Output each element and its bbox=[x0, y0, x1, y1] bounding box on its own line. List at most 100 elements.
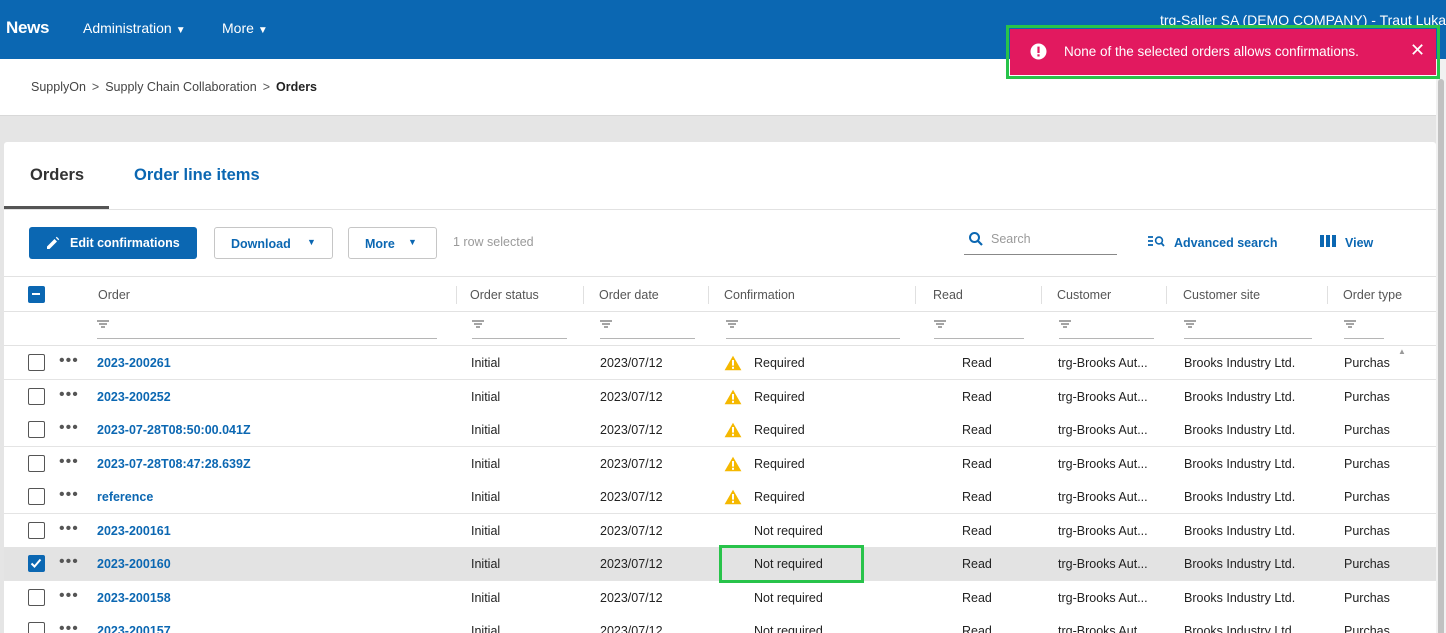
customer-cell: trg-Brooks Aut... bbox=[1058, 523, 1148, 538]
column-order-status[interactable]: Order status bbox=[470, 288, 539, 302]
row-actions-menu[interactable]: ••• bbox=[59, 620, 79, 633]
table-row[interactable]: ••• 2023-07-28T08:47:28.639Z Initial 2023/0… bbox=[4, 446, 1436, 481]
column-confirmation[interactable]: Confirmation bbox=[724, 288, 795, 302]
chevron-down-icon: ▼ bbox=[175, 25, 186, 36]
row-checkbox[interactable] bbox=[28, 622, 45, 633]
confirmation-cell: Required bbox=[754, 490, 805, 504]
column-order-date[interactable]: Order date bbox=[599, 288, 659, 302]
pencil-icon bbox=[47, 236, 60, 249]
row-actions-menu[interactable]: ••• bbox=[59, 553, 79, 571]
customer-site-cell: Brooks Industry Ltd. bbox=[1184, 590, 1296, 605]
row-actions-menu[interactable]: ••• bbox=[59, 453, 79, 471]
highlight-annotation bbox=[719, 545, 864, 583]
view-label: View bbox=[1345, 236, 1374, 250]
order-type-cell: Purchas bbox=[1344, 423, 1390, 437]
order-link[interactable]: 2023-200157 bbox=[97, 624, 171, 633]
table-row[interactable]: ••• 2023-200252 Initial 2023/07/12 Required R… bbox=[4, 379, 1436, 414]
close-icon[interactable]: ✕ bbox=[1410, 40, 1425, 61]
order-link[interactable]: 2023-200158 bbox=[97, 591, 171, 605]
column-customer[interactable]: Customer bbox=[1057, 288, 1111, 302]
row-checkbox[interactable] bbox=[28, 387, 45, 405]
order-date-cell: 2023/07/12 bbox=[600, 490, 663, 504]
confirmation-cell: Not required bbox=[754, 590, 823, 605]
row-checkbox[interactable] bbox=[28, 488, 45, 505]
row-checkbox[interactable] bbox=[28, 588, 45, 606]
order-date-filter[interactable] bbox=[600, 319, 695, 339]
tab-order-line-items[interactable]: Order line items bbox=[134, 166, 260, 185]
administration-menu[interactable]: Administration ▼ bbox=[83, 20, 186, 36]
order-filter[interactable] bbox=[97, 319, 437, 339]
read-filter[interactable] bbox=[934, 319, 1024, 339]
breadcrumb-scc[interactable]: Supply Chain Collaboration bbox=[105, 80, 256, 94]
download-button[interactable]: Download ▼ bbox=[214, 227, 333, 259]
warning-icon bbox=[724, 355, 742, 371]
confirmation-cell: Required bbox=[754, 456, 805, 471]
order-link[interactable]: reference bbox=[97, 490, 153, 504]
order-link[interactable]: 2023-07-28T08:50:00.041Z bbox=[97, 423, 251, 437]
order-type-cell: Purchas bbox=[1344, 389, 1390, 404]
table-row[interactable]: ••• 2023-07-28T08:50:00.041Z Initial 2023/0… bbox=[4, 413, 1436, 447]
column-customer-site[interactable]: Customer site bbox=[1183, 288, 1260, 302]
table-row[interactable]: ••• reference Initial 2023/07/12 Required Rea… bbox=[4, 480, 1436, 514]
view-button[interactable]: View bbox=[1320, 235, 1373, 250]
edit-confirmations-button[interactable]: Edit confirmations bbox=[29, 227, 197, 259]
order-status-cell: Initial bbox=[471, 624, 501, 633]
page-scrollbar[interactable] bbox=[1436, 59, 1446, 633]
table-row[interactable]: ••• 2023-200261 Initial 2023/07/12 Required R… bbox=[4, 346, 1436, 380]
chevron-down-icon: ▼ bbox=[257, 25, 268, 36]
customer-site-cell: Brooks Industry Ltd. bbox=[1184, 557, 1296, 571]
table-row[interactable]: ••• 2023-200158 Initial 2023/07/12 Not requi… bbox=[4, 580, 1436, 615]
column-order-type[interactable]: Order type bbox=[1343, 288, 1402, 302]
advanced-search-button[interactable]: Advanced search bbox=[1148, 235, 1278, 250]
edit-confirmations-label: Edit confirmations bbox=[70, 236, 180, 250]
breadcrumb: SupplyOn > Supply Chain Collaboration > Orde… bbox=[31, 80, 317, 94]
table-row[interactable]: ••• 2023-200161 Initial 2023/07/12 Not requi… bbox=[4, 513, 1436, 548]
more-label: More bbox=[222, 20, 254, 36]
table-row[interactable]: ••• 2023-200157 Initial 2023/07/12 Not requi… bbox=[4, 614, 1436, 633]
column-read[interactable]: Read bbox=[933, 288, 963, 302]
row-actions-menu[interactable]: ••• bbox=[59, 486, 79, 504]
more-menu[interactable]: More ▼ bbox=[222, 20, 268, 36]
customer-cell: trg-Brooks Aut... bbox=[1058, 590, 1148, 605]
row-checkbox[interactable] bbox=[28, 421, 45, 438]
tab-orders[interactable]: Orders bbox=[30, 166, 84, 185]
search-icon bbox=[969, 232, 983, 246]
order-type-filter[interactable] bbox=[1344, 319, 1384, 339]
row-checkbox[interactable] bbox=[28, 454, 45, 472]
news-link[interactable]: News bbox=[6, 18, 50, 38]
customer-cell: trg-Brooks Aut... bbox=[1058, 624, 1148, 633]
order-status-filter[interactable] bbox=[472, 319, 567, 339]
more-actions-button[interactable]: More ▼ bbox=[348, 227, 437, 259]
scrollbar-thumb[interactable] bbox=[1438, 79, 1444, 633]
confirmation-filter[interactable] bbox=[726, 319, 900, 339]
column-order[interactable]: Order bbox=[98, 288, 130, 302]
order-link[interactable]: 2023-200252 bbox=[97, 390, 171, 404]
select-all-checkbox[interactable] bbox=[28, 286, 45, 303]
row-actions-menu[interactable]: ••• bbox=[59, 520, 79, 538]
order-link[interactable]: 2023-200261 bbox=[97, 356, 171, 370]
row-checkbox[interactable] bbox=[28, 555, 45, 572]
customer-site-filter[interactable] bbox=[1184, 319, 1312, 339]
customer-site-cell: Brooks Industry Ltd. bbox=[1184, 624, 1296, 633]
minus-icon bbox=[32, 293, 40, 295]
scroll-up-arrow-icon[interactable]: ▲ bbox=[1398, 347, 1406, 356]
row-actions-menu[interactable]: ••• bbox=[59, 386, 79, 404]
search-input[interactable]: Search bbox=[964, 230, 1117, 255]
order-link[interactable]: 2023-07-28T08:47:28.639Z bbox=[97, 457, 251, 471]
customer-site-cell: Brooks Industry Ltd. bbox=[1184, 456, 1296, 471]
order-date-cell: 2023/07/12 bbox=[600, 356, 663, 370]
row-actions-menu[interactable]: ••• bbox=[59, 419, 79, 437]
order-link[interactable]: 2023-200160 bbox=[97, 557, 171, 571]
column-divider bbox=[583, 286, 584, 304]
order-link[interactable]: 2023-200161 bbox=[97, 524, 171, 538]
row-checkbox[interactable] bbox=[28, 521, 45, 539]
column-divider bbox=[915, 286, 916, 304]
row-checkbox[interactable] bbox=[28, 354, 45, 371]
row-actions-menu[interactable]: ••• bbox=[59, 352, 79, 370]
row-actions-menu[interactable]: ••• bbox=[59, 587, 79, 605]
customer-filter[interactable] bbox=[1059, 319, 1154, 339]
read-cell: Read bbox=[962, 490, 992, 504]
active-tab-indicator bbox=[4, 206, 109, 209]
breadcrumb-supplyon[interactable]: SupplyOn bbox=[31, 80, 86, 94]
order-type-cell: Purchas bbox=[1344, 624, 1390, 633]
